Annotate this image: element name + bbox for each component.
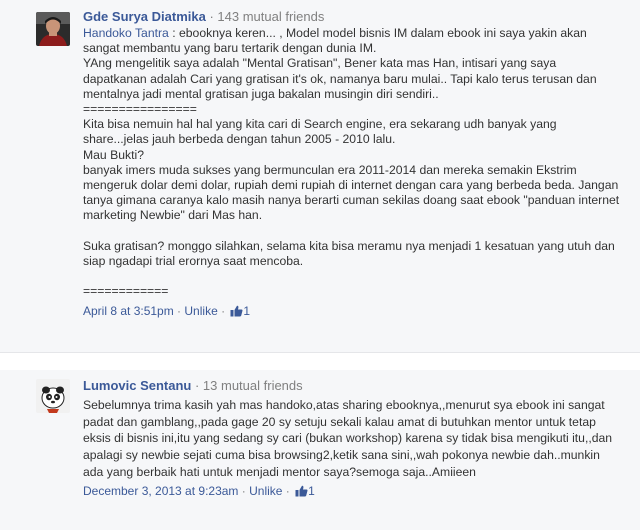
- timestamp[interactable]: April 8 at 3:51pm: [83, 304, 174, 318]
- avatar-photo-lumovic: [36, 379, 70, 413]
- comment-meta: April 8 at 3:51pm · Unlike · 1: [83, 303, 620, 319]
- separator: ·: [282, 483, 294, 498]
- comment-meta: December 3, 2013 at 9:23am · Unlike · 1: [83, 483, 620, 499]
- author-name[interactable]: Gde Surya Diatmika: [83, 9, 206, 24]
- unlike-link[interactable]: Unlike: [184, 304, 217, 318]
- thumbs-up-icon: [295, 485, 308, 497]
- unlike-link[interactable]: Unlike: [249, 484, 282, 498]
- comment-divider: [0, 352, 640, 371]
- timestamp[interactable]: December 3, 2013 at 9:23am: [83, 484, 238, 498]
- like-count-value: 1: [308, 483, 315, 498]
- like-count-value: 1: [243, 303, 251, 318]
- comment-text: Handoko Tantra : ebooknya keren... , Mod…: [83, 26, 620, 300]
- mention-link[interactable]: Handoko Tantra: [83, 26, 169, 40]
- comment-content: : ebooknya keren... , Model model bisnis…: [83, 26, 620, 299]
- mutual-friends[interactable]: · 13 mutual friends: [195, 378, 303, 393]
- comment-2: Lumovic Sentanu · 13 mutual friends Sebe…: [0, 370, 640, 530]
- mutual-friends[interactable]: · 143 mutual friends: [209, 9, 324, 24]
- thumbs-up-icon: [230, 305, 243, 317]
- comment-text: Sebelumnya trima kasih yah mas handoko,a…: [83, 398, 613, 479]
- separator: ·: [217, 303, 229, 318]
- avatar[interactable]: [36, 12, 70, 46]
- separator: ·: [173, 303, 185, 318]
- comment-header: Lumovic Sentanu · 13 mutual friends: [83, 377, 620, 394]
- separator: ·: [238, 483, 250, 498]
- avatar[interactable]: [36, 379, 70, 413]
- comment-body: Gde Surya Diatmika · 143 mutual friends …: [83, 8, 620, 319]
- comment-1: Gde Surya Diatmika · 143 mutual friends …: [0, 0, 640, 352]
- comment-header: Gde Surya Diatmika · 143 mutual friends: [83, 8, 620, 25]
- author-name[interactable]: Lumovic Sentanu: [83, 378, 191, 393]
- like-count[interactable]: 1: [293, 484, 315, 498]
- comment-body: Lumovic Sentanu · 13 mutual friends Sebe…: [83, 377, 620, 499]
- avatar-photo-gde: [36, 12, 70, 46]
- like-count[interactable]: 1: [228, 304, 250, 318]
